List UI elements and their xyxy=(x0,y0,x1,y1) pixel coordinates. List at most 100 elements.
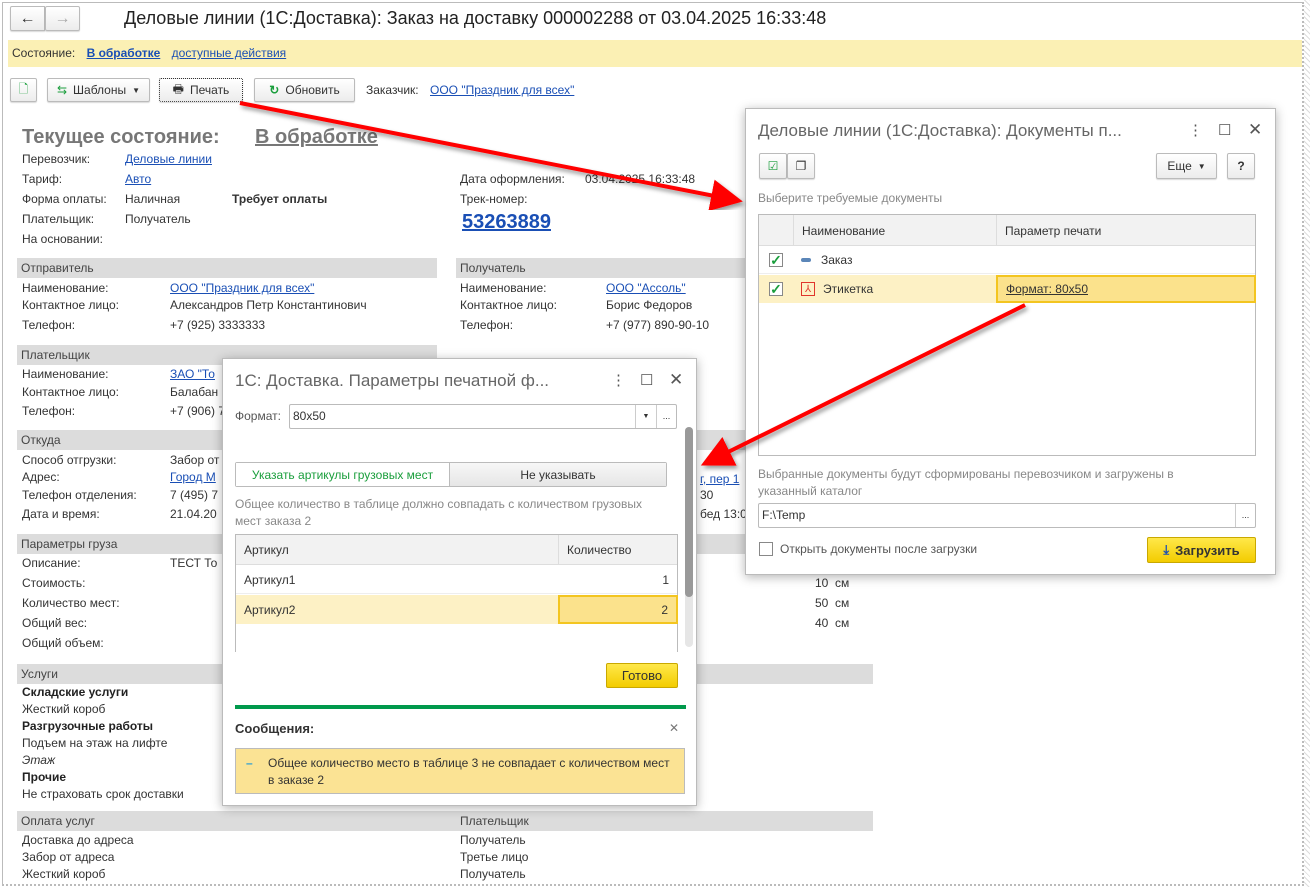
path-value: F:\Temp xyxy=(762,508,806,522)
templates-label: Шаблоны xyxy=(73,83,127,97)
articles-toggle: Указать артикулы грузовых мест Не указыв… xyxy=(235,462,667,487)
message-text: Общее количество место в таблице 3 не со… xyxy=(268,756,670,787)
check-all-icon: ☑ xyxy=(767,159,779,173)
table-row-selected[interactable]: ✓ ⅄ Этикетка Формат: 80x50 xyxy=(759,275,1256,303)
table-header: Артикул Количество xyxy=(236,535,677,565)
docs-dialog-title: Деловые линии (1С:Доставка): Документы п… xyxy=(758,121,1122,140)
refresh-button[interactable]: ↻ Обновить xyxy=(254,78,355,102)
row-label: Наименование: xyxy=(460,281,547,295)
current-state-title: Текущее состояние: xyxy=(22,126,220,148)
print-button[interactable]: 🖶 Печать xyxy=(159,78,243,102)
available-actions-link[interactable]: доступные действия xyxy=(172,46,287,60)
more-actions-icon[interactable]: ⋮ xyxy=(611,371,626,389)
deselect-all-button[interactable]: ❐ xyxy=(787,153,815,179)
row-link[interactable]: Город М xyxy=(170,470,216,484)
toggle-none[interactable]: Не указывать xyxy=(450,463,666,486)
row-label: Телефон отделения: xyxy=(22,488,137,502)
status-value-link[interactable]: В обработке xyxy=(87,46,161,60)
more-actions-icon[interactable]: ⋮ xyxy=(1188,121,1203,139)
done-button[interactable]: Готово xyxy=(606,663,678,688)
field-label: Тариф: xyxy=(22,172,63,186)
open-after-label: Открыть документы после загрузки xyxy=(780,542,978,556)
help-button[interactable]: ? xyxy=(1227,153,1255,179)
messages-title: Сообщения: xyxy=(235,721,315,736)
row-label: Дата и время: xyxy=(22,507,100,521)
field-link[interactable]: Деловые линии xyxy=(125,152,212,166)
row-label: Количество мест: xyxy=(22,596,120,610)
documents-dialog: Деловые линии (1С:Доставка): Документы п… xyxy=(745,108,1276,575)
forward-button[interactable]: → xyxy=(45,6,80,31)
field-link[interactable]: Авто xyxy=(125,172,151,186)
row-link[interactable]: ООО "Ассоль" xyxy=(606,281,686,295)
maximize-icon[interactable]: ☐ xyxy=(640,371,653,389)
service-item: Складские услуги xyxy=(22,685,129,699)
dropdown-button[interactable]: ▼ xyxy=(635,405,656,428)
col-name[interactable]: Наименование xyxy=(793,215,996,246)
status-label: Состояние: xyxy=(12,46,76,60)
format-select[interactable]: 80x50 ▼ ... xyxy=(289,404,677,429)
row-label: Контактное лицо: xyxy=(460,298,557,312)
more-button[interactable]: Еще ▼ xyxy=(1156,153,1217,179)
payment-required: Требует оплаты xyxy=(232,192,328,206)
print-param-link[interactable]: Формат: 80x50 xyxy=(1006,282,1088,296)
table-row[interactable]: Артикул1 1 xyxy=(236,565,677,594)
row-value: 7 (495) 7 xyxy=(170,488,219,502)
customer-link[interactable]: ООО "Праздник для всех" xyxy=(430,83,574,97)
col-article[interactable]: Артикул xyxy=(236,535,297,565)
toggle-specify[interactable]: Указать артикулы грузовых мест xyxy=(236,463,450,486)
open-after-checkbox[interactable]: Открыть документы после загрузки xyxy=(759,542,977,556)
row-label: Наименование: xyxy=(22,367,109,381)
upload-button[interactable]: ⤓ Загрузить xyxy=(1147,537,1256,563)
row-checkbox[interactable]: ✓ xyxy=(769,252,783,268)
params-dialog-title: 1С: Доставка. Параметры печатной ф... xyxy=(235,371,550,390)
row-quantity-input[interactable]: 2 xyxy=(558,595,678,624)
service-item: Подъем на этаж на лифте xyxy=(22,736,168,750)
from-fragment: бед 13:0 xyxy=(700,507,747,521)
row-checkbox[interactable]: ✓ xyxy=(769,281,783,297)
params-note: Общее количество в таблице должно совпад… xyxy=(235,497,642,528)
from-fragment[interactable]: г, пер 1 xyxy=(700,472,739,486)
message-item[interactable]: – Общее количество место в таблице 3 не с… xyxy=(235,748,685,794)
current-state-link[interactable]: В обработке xyxy=(255,126,378,149)
choose-button[interactable]: ... xyxy=(656,405,676,428)
close-icon[interactable]: ✕ xyxy=(1248,120,1262,140)
maximize-icon[interactable]: ☐ xyxy=(1218,121,1231,139)
table-row-selected[interactable]: Артикул2 2 xyxy=(236,595,678,624)
print-label: Печать xyxy=(190,83,230,97)
close-messages-icon[interactable]: ✕ xyxy=(669,721,679,735)
close-icon[interactable]: ✕ xyxy=(669,370,683,390)
payment-payer: Получатель xyxy=(460,833,526,847)
col-quantity[interactable]: Количество xyxy=(558,535,639,565)
row-link[interactable]: ООО "Праздник для всех" xyxy=(170,281,314,295)
row-value: Балабан xyxy=(170,385,219,399)
payment-payer: Третье лицо xyxy=(460,850,529,864)
row-value: Александров Петр Константинович xyxy=(170,298,367,312)
pdf-icon: ⅄ xyxy=(801,282,815,296)
templates-button[interactable]: ⇆ Шаблоны ▼ xyxy=(47,78,150,102)
row-value: +7 (977) 890-90-10 xyxy=(606,318,710,332)
date-label: Дата оформления: xyxy=(460,172,565,186)
scrollbar-thumb[interactable] xyxy=(685,427,693,597)
scrollbar[interactable] xyxy=(685,427,693,647)
browse-button[interactable]: ... xyxy=(1235,504,1255,527)
table-header: Наименование Параметр печати xyxy=(759,215,1255,246)
cargo-dimension: 10 см xyxy=(815,576,850,590)
field-label: Перевозчик: xyxy=(22,152,91,166)
row-link[interactable]: ЗАО "То xyxy=(170,367,215,381)
row-label: Стоимость: xyxy=(22,576,86,590)
table-row[interactable]: ✓ Заказ xyxy=(759,246,1255,274)
row-label: Контактное лицо: xyxy=(22,298,119,312)
receiver-header: Получатель xyxy=(456,258,756,278)
row-quantity[interactable]: 1 xyxy=(654,565,677,594)
track-number-link[interactable]: 53263889 xyxy=(462,211,551,234)
back-button[interactable]: ← xyxy=(10,6,45,31)
row-value: +7 (925) 3333333 xyxy=(170,318,266,332)
arrow-left-icon: ← xyxy=(19,9,36,27)
create-document-button[interactable]: 🗋 xyxy=(10,78,37,102)
divider-line xyxy=(235,705,686,709)
payment-title: Оплата услуг xyxy=(21,814,95,828)
checkbox[interactable] xyxy=(759,542,773,556)
path-input[interactable]: F:\Temp... xyxy=(758,503,1256,528)
col-param[interactable]: Параметр печати xyxy=(996,215,1109,246)
select-all-button[interactable]: ☑ xyxy=(759,153,787,179)
